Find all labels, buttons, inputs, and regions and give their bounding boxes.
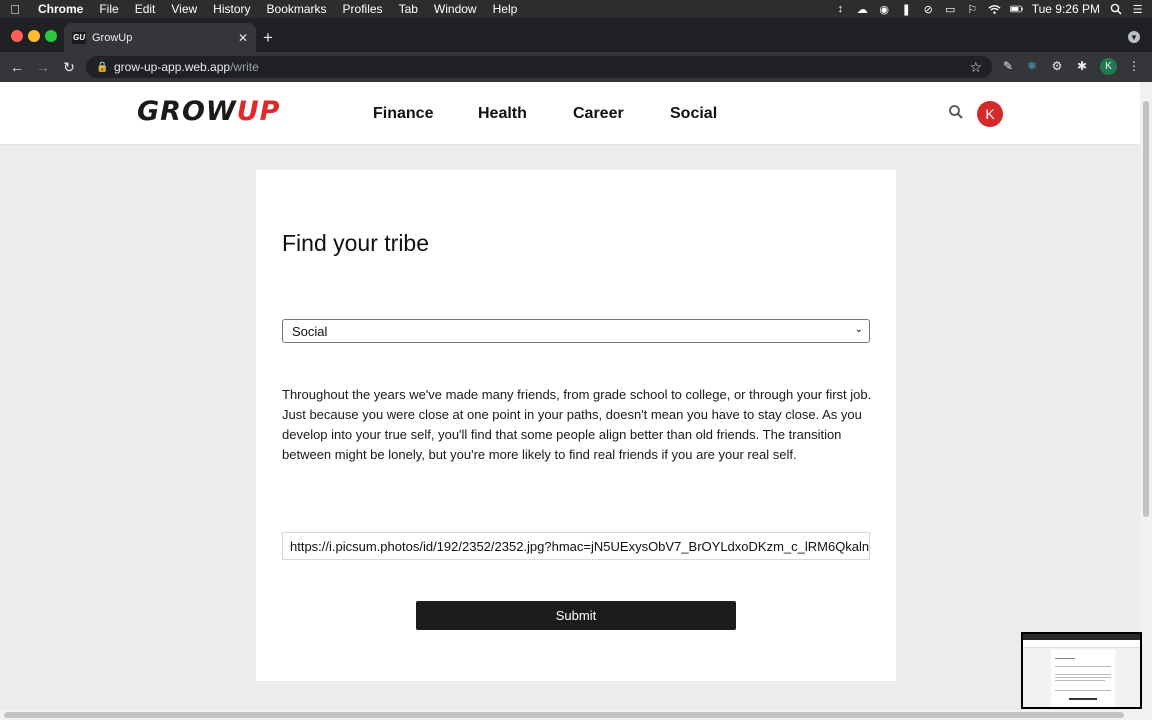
wifi-icon[interactable]	[988, 3, 1001, 16]
menu-view[interactable]: View	[163, 0, 205, 18]
battery-icon[interactable]	[1009, 3, 1023, 16]
address-bar[interactable]: 🔒 grow-up-app.web.app/write ☆	[86, 56, 992, 78]
macos-menu-bar:  Chrome File Edit View History Bookmark…	[0, 0, 1152, 18]
category-select[interactable]: Social ⌄	[282, 319, 870, 343]
apple-icon[interactable]: 	[0, 2, 30, 17]
pen-extension-icon[interactable]: ✎	[1000, 58, 1016, 74]
favicon: GU	[72, 31, 86, 44]
menu-app-name[interactable]: Chrome	[30, 0, 91, 18]
menu-tab[interactable]: Tab	[391, 0, 426, 18]
puzzle-extensions-icon[interactable]: ✱	[1074, 58, 1090, 74]
gear-extension-icon[interactable]: ⚙	[1049, 58, 1065, 74]
status-area: ↕ ☁ ◉ ❚ ⊘ ▭ ⚐ Tue 9:26 PM ☰	[834, 0, 1144, 18]
react-devtools-icon[interactable]: ⚛	[1024, 58, 1040, 74]
spotlight-search-icon[interactable]	[1109, 3, 1122, 16]
menu-history[interactable]: History	[205, 0, 258, 18]
menu-profiles[interactable]: Profiles	[335, 0, 391, 18]
page-viewport: GROWUP Finance Health Career Social K Fi…	[0, 82, 1140, 710]
logo-grow: GROW	[137, 96, 237, 127]
thumbnail-line	[1055, 677, 1111, 678]
pause-icon[interactable]: ❚	[900, 3, 913, 16]
menu-window[interactable]: Window	[426, 0, 485, 18]
search-icon[interactable]	[948, 104, 964, 120]
horizontal-scrollbar-thumb[interactable]	[4, 712, 1124, 718]
minimize-window-button[interactable]	[28, 30, 40, 42]
user-avatar[interactable]: K	[977, 101, 1003, 127]
url-path: /write	[230, 60, 259, 74]
zoom-window-button[interactable]	[45, 30, 57, 42]
thumbnail-card	[1051, 650, 1115, 707]
thumbnail-line	[1055, 680, 1105, 681]
browser-tab[interactable]: GU GrowUp ✕	[64, 23, 256, 52]
cloud-icon[interactable]: ☁	[856, 3, 869, 16]
close-window-button[interactable]	[11, 30, 23, 42]
control-center-icon[interactable]: ☰	[1131, 3, 1144, 16]
thumbnail-line	[1055, 658, 1075, 659]
thumbnail-line	[1055, 666, 1111, 667]
lock-icon: 🔒	[96, 61, 109, 73]
chevron-down-icon: ⌄	[854, 324, 863, 335]
nav-social[interactable]: Social	[670, 105, 717, 123]
nav-finance[interactable]: Finance	[373, 105, 433, 123]
nav-health[interactable]: Health	[478, 105, 527, 123]
site-header: GROWUP Finance Health Career Social K	[0, 82, 1140, 145]
blocked-icon[interactable]: ⊘	[922, 3, 935, 16]
flag-icon[interactable]: ⚐	[966, 3, 979, 16]
tab-search-chevron-icon[interactable]: ▼	[1128, 31, 1140, 43]
updown-arrow-icon[interactable]: ↕	[834, 3, 847, 16]
image-url-input[interactable]: https://i.picsum.photos/id/192/2352/2352…	[282, 532, 870, 560]
back-arrow-icon[interactable]: ←	[8, 58, 26, 76]
post-body-text[interactable]: Throughout the years we've made many fri…	[282, 385, 872, 465]
logo-up: UP	[236, 96, 281, 127]
airplay-icon[interactable]: ▭	[944, 3, 957, 16]
thumbnail-line	[1069, 698, 1097, 700]
thumbnail-line	[1055, 690, 1111, 691]
menu-file[interactable]: File	[91, 0, 126, 18]
record-icon[interactable]: ◉	[878, 3, 891, 16]
browser-menu-icon[interactable]: ⋮	[1126, 58, 1142, 74]
menu-bookmarks[interactable]: Bookmarks	[259, 0, 335, 18]
category-selected-value: Social	[292, 323, 328, 339]
menu-help[interactable]: Help	[485, 0, 526, 18]
screenshot-thumbnail[interactable]	[1021, 632, 1142, 709]
thumbnail-header	[1023, 640, 1140, 648]
page-title: Find your tribe	[282, 230, 430, 256]
submit-button[interactable]: Submit	[416, 601, 736, 630]
write-form-card: Find your tribe Social ⌄ Throughout the …	[256, 170, 896, 681]
new-tab-button[interactable]: +	[263, 28, 273, 48]
forward-arrow-icon[interactable]: →	[34, 58, 52, 76]
tab-title: GrowUp	[92, 31, 133, 44]
bookmark-star-icon[interactable]: ☆	[969, 59, 982, 76]
thumbnail-line	[1055, 674, 1111, 675]
clock[interactable]: Tue 9:26 PM	[1032, 2, 1100, 16]
browser-profile-avatar[interactable]: K	[1100, 58, 1117, 75]
tab-close-icon[interactable]: ✕	[238, 31, 248, 45]
reload-icon[interactable]: ↻	[60, 58, 78, 76]
growup-logo[interactable]: GROWUP	[137, 96, 280, 127]
vertical-scrollbar-thumb[interactable]	[1143, 101, 1149, 517]
menu-edit[interactable]: Edit	[127, 0, 164, 18]
url-host: grow-up-app.web.app	[114, 60, 231, 74]
nav-career[interactable]: Career	[573, 105, 624, 123]
